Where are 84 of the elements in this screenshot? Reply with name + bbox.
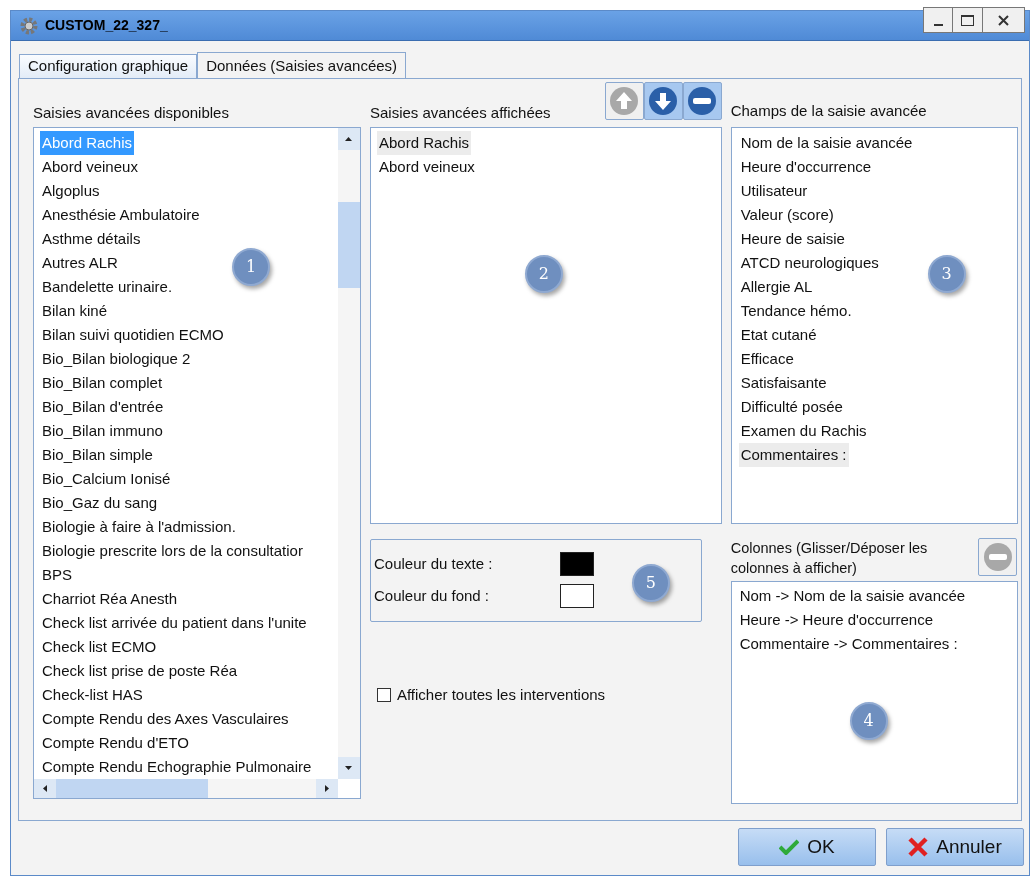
list-item[interactable]: Check list ECMO	[40, 635, 159, 659]
list-item[interactable]: Commentaires :	[738, 443, 849, 467]
color-label: Couleur du texte :	[373, 553, 494, 574]
color-swatch[interactable]	[559, 584, 594, 608]
list-item[interactable]: Check list prise de poste Réa	[40, 659, 240, 683]
list-item[interactable]: Valeur (score)	[738, 203, 836, 227]
horizontal-scrollbar[interactable]	[34, 779, 338, 798]
list-item[interactable]: Heure de saisie	[738, 227, 847, 251]
checkmark-icon	[779, 839, 800, 855]
list-item[interactable]: Bio_Bilan biologique 2	[40, 347, 193, 371]
list-item[interactable]: Compte Rendu d'ETO	[40, 731, 191, 755]
ok-button[interactable]: OK	[738, 828, 876, 866]
list-item[interactable]: Tendance hémo.	[738, 299, 854, 323]
left-caret-icon	[43, 785, 47, 792]
list-item[interactable]: Biologie à faire à l'admission.	[40, 515, 238, 539]
close-button[interactable]	[983, 7, 1025, 33]
down-caret-icon	[345, 766, 353, 770]
minus-icon	[982, 542, 1013, 572]
list-item[interactable]: Nom -> Nom de la saisie avancée	[739, 584, 966, 608]
list-item[interactable]: Heure -> Heure d'occurrence	[739, 608, 934, 632]
checkbox-label: Afficher toutes les interventions	[396, 685, 606, 705]
number-badge: 3	[927, 255, 966, 293]
list-item[interactable]: ATCD neurologiques	[738, 251, 881, 275]
section-label: Champs de la saisie avancée	[730, 101, 928, 121]
list-item[interactable]: Allergie AL	[738, 275, 815, 299]
gear-icon	[19, 15, 39, 36]
color-label: Couleur du fond :	[373, 585, 491, 606]
list-item[interactable]: Etat cutané	[738, 323, 819, 347]
move-down-button[interactable]	[643, 82, 683, 120]
list-item[interactable]: Compte Rendu des Axes Vasculaires	[40, 707, 291, 731]
list-item[interactable]: Nom de la saisie avancée	[738, 131, 915, 155]
list-item[interactable]: Bio_Bilan simple	[40, 443, 155, 467]
list-item[interactable]: Difficulté posée	[738, 395, 845, 419]
list-item[interactable]: Asthme détails	[40, 227, 143, 251]
list-item[interactable]: Bandelette urinaire.	[40, 275, 175, 299]
list-item[interactable]: Bio_Bilan d'entrée	[40, 395, 166, 419]
list-item[interactable]: Commentaire -> Commentaires :	[739, 632, 958, 656]
list-item[interactable]: Autres ALR	[40, 251, 120, 275]
close-icon	[998, 14, 1009, 26]
list-item[interactable]: Biologie prescrite lors de la consultatior	[40, 539, 305, 563]
list-item[interactable]: Bio_Bilan immuno	[40, 419, 165, 443]
number-badge: 5	[631, 564, 670, 602]
list-item[interactable]: Anesthésie Ambulatoire	[40, 203, 202, 227]
list-item[interactable]: Abord Rachis	[376, 131, 471, 155]
list-item[interactable]: Bio_Gaz du sang	[40, 491, 160, 515]
list-item[interactable]: Charriot Réa Anesth	[40, 587, 180, 611]
scrollbar-thumb[interactable]	[337, 202, 360, 288]
cancel-button[interactable]: Annuler	[886, 828, 1024, 866]
section-label: Colonnes (Glisser/Déposer les colonnes à afficher)	[730, 539, 929, 578]
maximize-button[interactable]	[953, 7, 983, 33]
tab[interactable]: Configuration graphique	[19, 54, 198, 78]
color-swatch[interactable]	[559, 552, 594, 576]
remove-button[interactable]	[682, 82, 722, 120]
list-item[interactable]: Bilan kiné	[40, 299, 110, 323]
number-badge: 2	[524, 255, 563, 293]
list-item[interactable]: Bilan suivi quotidien ECMO	[40, 323, 226, 347]
list-item[interactable]: Check-list HAS	[40, 683, 145, 707]
vertical-scrollbar[interactable]	[337, 128, 360, 779]
minus-icon	[687, 86, 718, 116]
number-badge: 4	[849, 702, 888, 740]
list-item[interactable]: BPS	[40, 563, 74, 587]
window-title: CUSTOM_22_327_	[45, 16, 168, 35]
list-item[interactable]: Examen du Rachis	[738, 419, 869, 443]
list-item[interactable]: Utilisateur	[738, 179, 810, 203]
tab[interactable]: Données (Saisies avancées)	[197, 52, 407, 79]
section-label: Saisies avancées disponibles	[33, 103, 230, 123]
list-item[interactable]: Efficace	[738, 347, 796, 371]
list-item[interactable]: Bio_Calcium Ionisé	[40, 467, 173, 491]
minimize-button[interactable]	[923, 7, 953, 33]
list-item[interactable]: Satisfaisante	[738, 371, 829, 395]
list-item[interactable]: Compte Rendu Echographie Pulmonaire	[40, 755, 314, 779]
checkbox[interactable]	[376, 688, 391, 703]
list-item[interactable]: Heure d'occurrence	[738, 155, 874, 179]
right-caret-icon	[324, 785, 329, 792]
list-item[interactable]: Algoplus	[40, 179, 102, 203]
list-item[interactable]: Bio_Bilan complet	[40, 371, 165, 395]
up-caret-icon	[345, 137, 353, 141]
list-item[interactable]: Abord veineux	[376, 155, 477, 179]
cross-icon	[908, 837, 929, 857]
number-badge: 1	[232, 248, 270, 286]
list-item[interactable]: Check list arrivée du patient dans l'unite	[40, 611, 309, 635]
scrollbar-thumb[interactable]	[56, 779, 208, 798]
list-item[interactable]: Abord veineux	[40, 155, 140, 179]
section-label: Saisies avancées affichées	[369, 103, 551, 123]
